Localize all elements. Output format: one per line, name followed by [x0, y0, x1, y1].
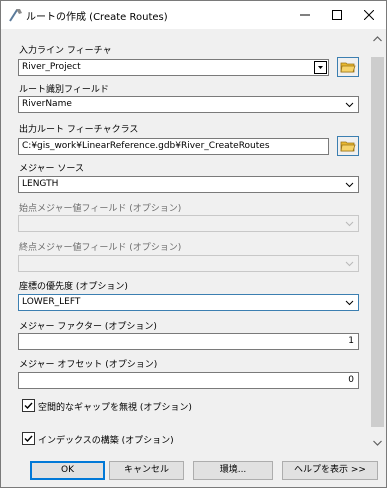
vertical-scrollbar[interactable]	[369, 29, 386, 456]
coordinate-priority-label: 座標の優先度 (オプション)	[19, 282, 128, 292]
browse-input-features-button[interactable]	[337, 57, 359, 77]
route-id-field-label: ルート識別フィールド	[19, 85, 109, 95]
to-measure-field-label: 終点メジャー値フィールド (オプション)	[19, 243, 182, 253]
maximize-button[interactable]	[321, 1, 353, 29]
measure-offset-label: メジャー オフセット (オプション)	[19, 360, 158, 370]
chevron-down-icon	[345, 182, 354, 188]
coordinate-priority-select[interactable]: LOWER_LEFT	[18, 294, 359, 311]
scroll-up-arrow-icon[interactable]	[372, 35, 383, 43]
geoprocessing-tool-icon	[8, 7, 24, 23]
measure-source-label: メジャー ソース	[19, 164, 84, 174]
from-measure-field-label: 始点メジャー値フィールド (オプション)	[19, 204, 182, 214]
open-folder-icon	[340, 62, 356, 73]
browse-output-button[interactable]	[337, 136, 359, 156]
checkmark-icon	[24, 435, 33, 443]
input-features-value: River_Project	[22, 62, 81, 72]
output-route-class-value: C:¥gis_work¥LinearReference.gdb¥River_Cr…	[22, 141, 270, 151]
chevron-down-icon	[345, 261, 354, 267]
measure-offset-input[interactable]: 0	[18, 372, 359, 389]
minimize-button[interactable]	[289, 1, 321, 29]
route-id-field-value: RiverName	[22, 99, 72, 109]
cancel-button[interactable]: キャンセル	[109, 461, 184, 480]
measure-offset-value: 0	[348, 375, 354, 385]
environments-button[interactable]: 環境...	[193, 461, 273, 480]
route-id-field-select[interactable]: RiverName	[18, 96, 359, 113]
create-routes-dialog: ルートの作成 (Create Routes) 入力ライン フィーチャ River…	[0, 0, 387, 488]
input-features-combo[interactable]: River_Project	[18, 59, 329, 76]
window-title: ルートの作成 (Create Routes)	[26, 12, 168, 23]
open-folder-icon	[340, 141, 356, 152]
close-button[interactable]	[353, 1, 385, 29]
measure-factor-input[interactable]: 1	[18, 333, 359, 350]
show-help-button[interactable]: ヘルプを表示 >>	[282, 461, 378, 480]
build-index-label: インデックスの構築 (オプション)	[38, 436, 174, 446]
dropdown-arrow-icon[interactable]	[314, 61, 327, 74]
coordinate-priority-value: LOWER_LEFT	[22, 297, 81, 307]
chevron-down-icon	[345, 221, 354, 227]
parameters-panel: 入力ライン フィーチャ River_Project ルート識別フィールド Riv…	[1, 29, 386, 456]
input-features-label: 入力ライン フィーチャ	[19, 46, 112, 56]
checkmark-icon	[24, 402, 33, 410]
measure-factor-value: 1	[348, 336, 354, 346]
scrollbar-thumb[interactable]	[371, 57, 384, 427]
scroll-down-arrow-icon[interactable]	[372, 439, 383, 447]
ignore-gaps-label: 空間的なギャップを無視 (オプション)	[38, 403, 192, 413]
chevron-down-icon	[345, 300, 354, 306]
output-route-class-label: 出力ルート フィーチャクラス	[19, 125, 139, 135]
title-bar[interactable]: ルートの作成 (Create Routes)	[1, 1, 386, 29]
measure-source-select[interactable]: LENGTH	[18, 176, 359, 193]
chevron-down-icon	[345, 102, 354, 108]
dialog-button-bar: OK キャンセル 環境... ヘルプを表示 >>	[1, 456, 386, 487]
output-route-class-input[interactable]: C:¥gis_work¥LinearReference.gdb¥River_Cr…	[18, 138, 329, 155]
to-measure-field-select	[18, 255, 359, 272]
build-index-checkbox[interactable]	[22, 432, 35, 445]
measure-source-value: LENGTH	[22, 179, 59, 189]
measure-factor-label: メジャー ファクター (オプション)	[19, 322, 157, 332]
ok-button[interactable]: OK	[30, 461, 105, 480]
from-measure-field-select	[18, 215, 359, 232]
ignore-gaps-checkbox[interactable]	[22, 399, 35, 412]
